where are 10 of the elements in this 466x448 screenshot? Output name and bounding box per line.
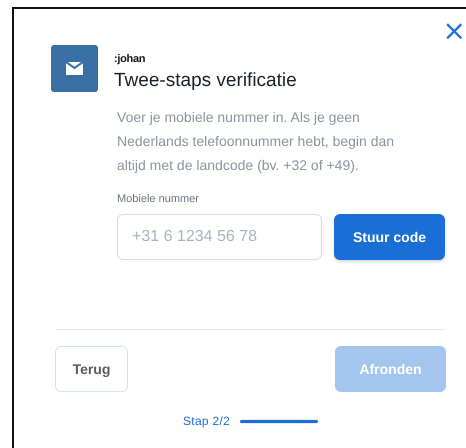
- phone-input-field[interactable]: +31 6 1234 56 78: [117, 214, 322, 260]
- field-label: Mobiele nummer: [117, 193, 199, 205]
- description-text: Voer je mobiele nummer in. Als je geen Nederlands telefoonnummer hebt, begin dan altijd met de landcode (bv. +32 of +49).: [117, 108, 396, 175]
- step-label: Stap 2/2: [183, 414, 230, 428]
- brand-logo-text: :johan: [114, 53, 146, 66]
- back-button[interactable]: Terug: [55, 346, 128, 392]
- dialog-title: Twee-staps verificatie: [114, 69, 297, 93]
- send-code-button[interactable]: Stuur code: [334, 214, 445, 260]
- envelope-icon: [51, 45, 98, 92]
- close-button[interactable]: ×: [440, 18, 466, 44]
